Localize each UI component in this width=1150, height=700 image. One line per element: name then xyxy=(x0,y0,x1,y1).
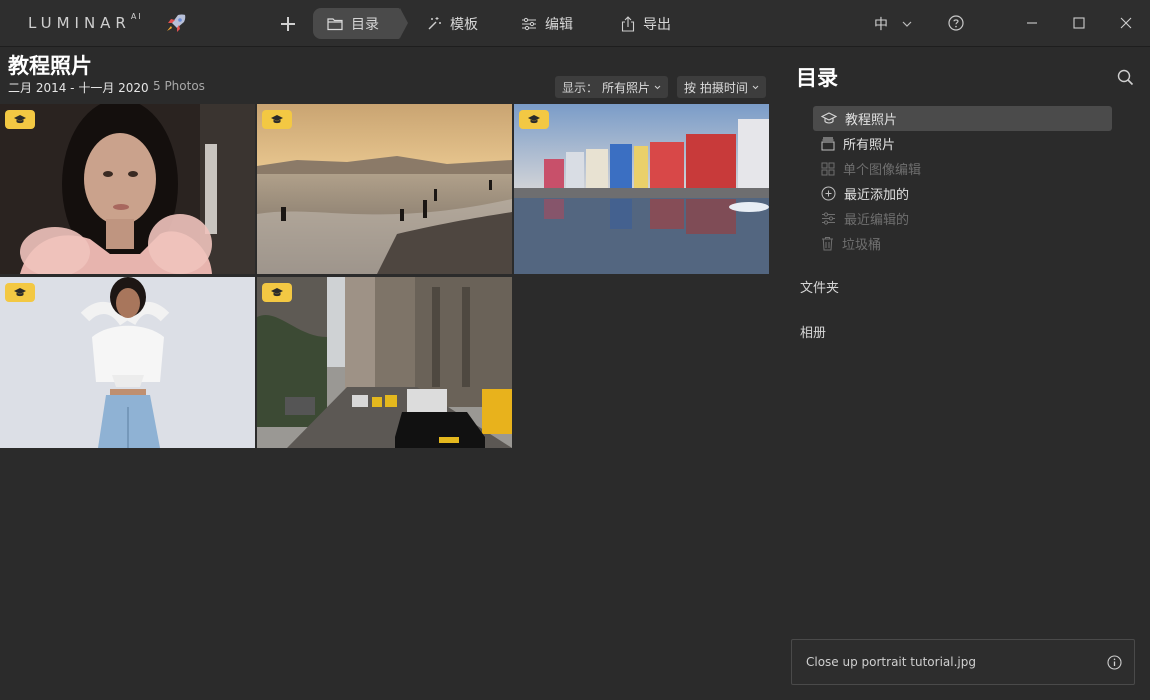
photo-count: 5 Photos xyxy=(153,79,205,93)
tab-edit-label: 编辑 xyxy=(545,16,573,33)
chevron-down-icon xyxy=(654,85,661,89)
sidebar-section-albums[interactable]: 相册 xyxy=(800,322,826,341)
image-info-bar: Close up portrait tutorial.jpg xyxy=(791,639,1135,685)
maximize-icon xyxy=(1073,17,1085,29)
sidebar-item-recently-edited[interactable]: 最近编辑的 xyxy=(813,206,1112,231)
sidebar-item-single-edits[interactable]: 单个图像编辑 xyxy=(813,156,1112,181)
tab-edit[interactable]: 编辑 xyxy=(507,8,587,39)
date-range: 二月 2014 - 十一月 2020 xyxy=(8,81,149,95)
tab-catalog[interactable]: 目录 xyxy=(313,8,408,39)
tab-export-label: 导出 xyxy=(643,16,671,33)
sidebar-item-label: 教程照片 xyxy=(845,113,898,128)
sidebar-item-label: 所有照片 xyxy=(843,138,896,153)
show-filter-label: 显示： xyxy=(562,80,599,95)
graduation-cap-icon xyxy=(271,288,283,297)
portrait-image xyxy=(0,104,255,274)
tutorial-badge xyxy=(5,283,35,302)
sort-dropdown[interactable]: 按 拍摄时间 xyxy=(677,76,766,98)
chevron-down-icon xyxy=(752,85,759,89)
photo-thumbnail-beach[interactable] xyxy=(257,104,512,274)
photo-thumbnail-city[interactable] xyxy=(257,277,512,448)
graduation-cap-icon xyxy=(821,112,837,124)
sidebar-item-label: 单个图像编辑 xyxy=(843,163,922,178)
beach-image xyxy=(257,104,512,274)
tutorial-badge xyxy=(519,110,549,129)
sliders-icon xyxy=(522,17,536,30)
maximize-button[interactable] xyxy=(1070,14,1088,32)
city-image xyxy=(257,277,512,448)
trash-icon xyxy=(822,237,833,251)
harbor-image xyxy=(514,104,769,274)
sidebar-item-tutorial-photos[interactable]: 教程照片 xyxy=(813,106,1112,131)
logo-suffix: AI xyxy=(130,12,143,21)
sidebar-section-folders[interactable]: 文件夹 xyxy=(800,277,839,296)
photo-grid xyxy=(0,104,770,448)
photo-thumbnail-portrait[interactable] xyxy=(0,104,255,274)
top-bar: LUMINAR AI 目录 模板 编辑 导出 中 xyxy=(0,0,1150,47)
close-icon xyxy=(1120,17,1132,29)
page-title: 教程照片 xyxy=(8,54,92,78)
sliders-icon xyxy=(822,212,835,225)
sidebar-item-label: 最近编辑的 xyxy=(844,213,910,228)
sort-label: 按 拍摄时间 xyxy=(684,80,748,95)
show-filter-value: 所有照片 xyxy=(602,80,651,95)
search-icon[interactable] xyxy=(1117,69,1134,86)
show-filter-dropdown[interactable]: 显示： 所有照片 xyxy=(555,76,669,98)
tutorial-badge xyxy=(262,283,292,302)
add-photos-button[interactable] xyxy=(276,12,300,36)
info-icon[interactable] xyxy=(1107,654,1122,670)
photo-thumbnail-woman[interactable] xyxy=(0,277,255,448)
selected-filename: Close up portrait tutorial.jpg xyxy=(806,655,976,669)
woman-image xyxy=(0,277,255,448)
tutorial-badge xyxy=(262,110,292,129)
app-logo: LUMINAR AI xyxy=(28,12,143,34)
sidebar-title: 目录 xyxy=(796,66,838,90)
graduation-cap-icon xyxy=(14,288,26,297)
plus-circle-icon xyxy=(821,186,836,201)
tab-export[interactable]: 导出 xyxy=(607,8,685,39)
graduation-cap-icon xyxy=(271,115,283,124)
graduation-cap-icon xyxy=(14,115,26,124)
sidebar-item-all-photos[interactable]: 所有照片 xyxy=(813,131,1112,156)
language-label: 中 xyxy=(874,17,888,33)
folder-icon xyxy=(327,17,343,30)
sidebar-item-recently-added[interactable]: 最近添加的 xyxy=(813,181,1112,206)
sidebar-item-label: 垃圾桶 xyxy=(842,238,882,253)
catalog-list: 教程照片 所有照片 单个图像编辑 最近添加的 最近编辑的 垃圾桶 xyxy=(813,106,1112,256)
magic-wand-icon xyxy=(428,16,441,29)
tab-templates[interactable]: 模板 xyxy=(412,8,492,39)
close-button[interactable] xyxy=(1117,14,1135,32)
sidebar-item-label: 最近添加的 xyxy=(844,188,910,203)
tutorial-badge xyxy=(5,110,35,129)
help-icon[interactable] xyxy=(948,15,964,31)
share-icon xyxy=(621,15,635,32)
photo-thumbnail-harbor[interactable] xyxy=(514,104,769,274)
logo-text: LUMINAR xyxy=(28,14,131,32)
stack-icon xyxy=(821,137,835,150)
chevron-down-icon xyxy=(902,21,912,27)
rocket-icon[interactable] xyxy=(164,12,188,34)
sidebar-item-trash[interactable]: 垃圾桶 xyxy=(813,231,1112,256)
minimize-icon xyxy=(1027,22,1037,24)
grid-icon xyxy=(821,162,835,175)
tab-templates-label: 模板 xyxy=(450,16,478,33)
tab-catalog-label: 目录 xyxy=(351,16,379,33)
graduation-cap-icon xyxy=(528,115,540,124)
language-selector[interactable]: 中 xyxy=(874,14,912,34)
minimize-button[interactable] xyxy=(1023,14,1041,32)
